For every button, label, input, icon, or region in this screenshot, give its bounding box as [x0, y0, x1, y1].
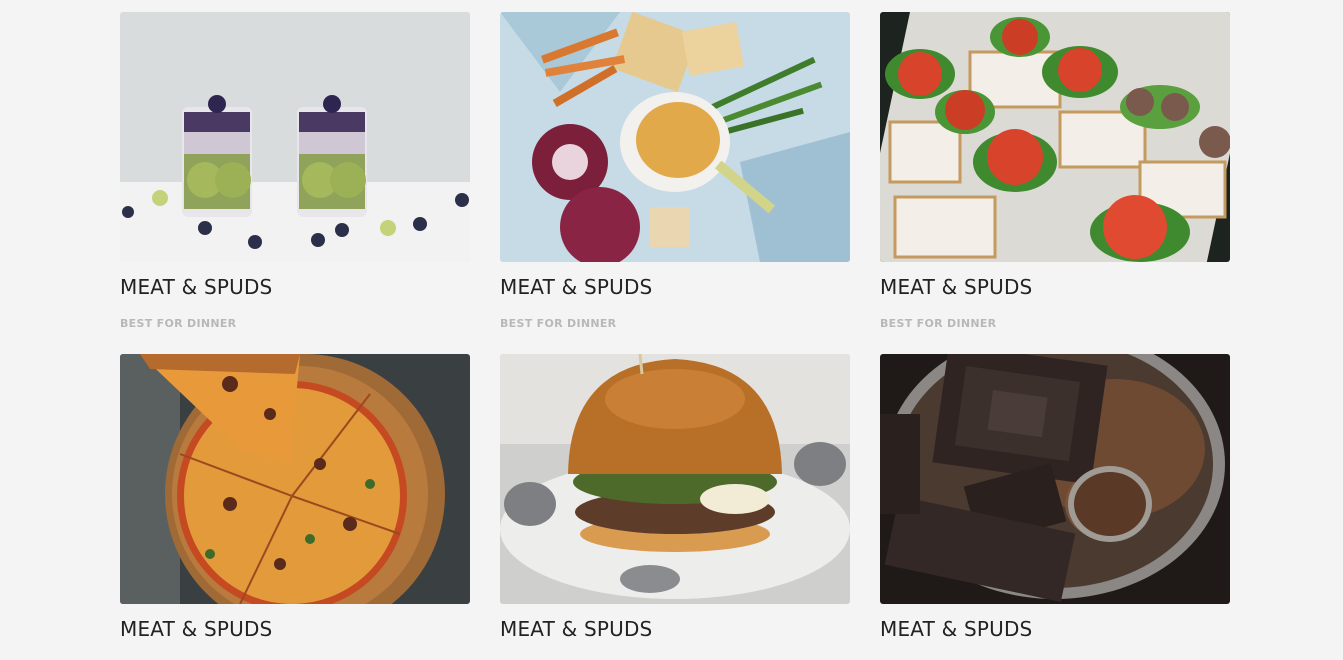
food-card[interactable]: MEAT & SPUDS BEST FOR DINNER — [120, 12, 470, 331]
food-card[interactable]: MEAT & SPUDS — [120, 354, 470, 641]
pizza-slice-image[interactable] — [120, 354, 470, 604]
card-title[interactable]: MEAT & SPUDS — [500, 617, 850, 641]
food-card[interactable]: MEAT & SPUDS BEST FOR DINNER — [880, 12, 1230, 331]
burger-image[interactable] — [500, 354, 850, 604]
card-subtitle: BEST FOR DINNER — [880, 317, 997, 330]
card-title[interactable]: MEAT & SPUDS — [880, 275, 1230, 299]
food-card-grid: MEAT & SPUDS BEST FOR DINNER MEAT & SPUD… — [0, 0, 1343, 660]
card-title[interactable]: MEAT & SPUDS — [880, 617, 1230, 641]
card-title[interactable]: MEAT & SPUDS — [500, 275, 850, 299]
card-title[interactable]: MEAT & SPUDS — [120, 617, 470, 641]
card-subtitle: BEST FOR DINNER — [120, 317, 237, 330]
open-sandwiches-image[interactable] — [880, 12, 1230, 262]
appetizer-platter-image[interactable] — [500, 12, 850, 262]
dark-chocolate-image[interactable] — [880, 354, 1230, 604]
card-title[interactable]: MEAT & SPUDS — [120, 275, 470, 299]
kiwi-blueberry-parfait-image[interactable] — [120, 12, 470, 262]
food-card[interactable]: MEAT & SPUDS — [500, 354, 850, 641]
food-card[interactable]: MEAT & SPUDS BEST FOR DINNER — [500, 12, 850, 331]
card-subtitle: BEST FOR DINNER — [500, 317, 617, 330]
food-card[interactable]: MEAT & SPUDS — [880, 354, 1230, 641]
